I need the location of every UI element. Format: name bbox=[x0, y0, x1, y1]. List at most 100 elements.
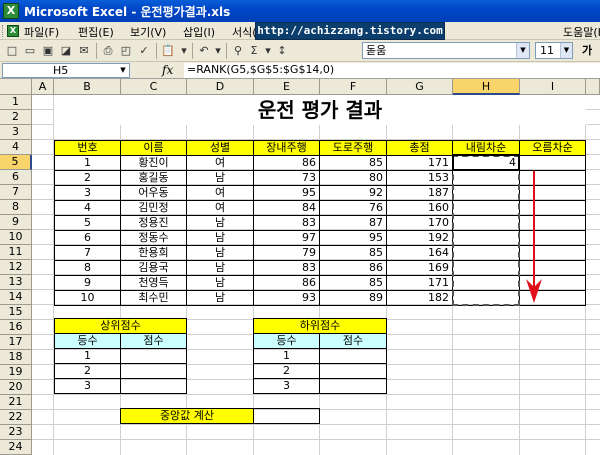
email-icon[interactable]: ✉ bbox=[76, 43, 92, 59]
cell-total[interactable]: 170 bbox=[386, 215, 453, 231]
sheet-title[interactable]: 운전 평가 결과 bbox=[54, 95, 586, 125]
cell-name[interactable]: 황진이 bbox=[120, 155, 187, 171]
bottom-scores-score-header[interactable]: 점수 bbox=[319, 333, 387, 349]
chevron-down-icon[interactable]: ▼ bbox=[560, 43, 572, 58]
header-number[interactable]: 번호 bbox=[54, 140, 121, 156]
row-header-18[interactable]: 18 bbox=[0, 350, 32, 365]
row-header-3[interactable]: 3 bbox=[0, 125, 32, 140]
header-ascending[interactable]: 오름차순 bbox=[519, 140, 586, 156]
header-total[interactable]: 총점 bbox=[386, 140, 453, 156]
cell-course-driving[interactable]: 86 bbox=[253, 155, 320, 171]
cell-gender[interactable]: 남 bbox=[186, 170, 254, 186]
formula-input[interactable]: =RANK(G5,$G$5:$G$14,0) bbox=[184, 63, 600, 78]
cell-number[interactable]: 6 bbox=[54, 230, 121, 246]
cell-name[interactable]: 홍길동 bbox=[120, 170, 187, 186]
row-header-24[interactable]: 24 bbox=[0, 440, 32, 455]
bottom-score-1[interactable] bbox=[319, 348, 387, 364]
cell-gender[interactable]: 남 bbox=[186, 245, 254, 261]
cell-number[interactable]: 2 bbox=[54, 170, 121, 186]
row-header-11[interactable]: 11 bbox=[0, 245, 32, 260]
cell-number[interactable]: 5 bbox=[54, 215, 121, 231]
cell-name[interactable]: 최수민 bbox=[120, 290, 187, 306]
menu-view[interactable]: 보기(V) bbox=[130, 24, 166, 40]
cell-course-driving[interactable]: 84 bbox=[253, 200, 320, 216]
paste-dropdown-icon[interactable]: ▾ bbox=[176, 43, 192, 59]
cell-gender[interactable]: 남 bbox=[186, 215, 254, 231]
bottom-scores-rank-header[interactable]: 등수 bbox=[253, 333, 320, 349]
top-rank-3[interactable]: 3 bbox=[54, 378, 121, 394]
cell-number[interactable]: 1 bbox=[54, 155, 121, 171]
bottom-score-2[interactable] bbox=[319, 363, 387, 379]
column-header-c[interactable]: C bbox=[121, 79, 187, 95]
header-road-driving[interactable]: 도로주행 bbox=[319, 140, 387, 156]
excel-app-icon[interactable]: X bbox=[3, 3, 19, 19]
active-cell-h5[interactable] bbox=[452, 154, 520, 171]
chevron-down-icon[interactable]: ▼ bbox=[516, 43, 529, 58]
row-header-20[interactable]: 20 bbox=[0, 380, 32, 395]
menu-file[interactable]: 파일(F) bbox=[24, 24, 59, 40]
cell-total[interactable]: 192 bbox=[386, 230, 453, 246]
cell-total[interactable]: 187 bbox=[386, 185, 453, 201]
row-header-1[interactable]: 1 bbox=[0, 95, 32, 110]
menu-help[interactable]: 도움말(H) bbox=[563, 24, 600, 40]
cell-number[interactable]: 3 bbox=[54, 185, 121, 201]
menu-insert[interactable]: 삽입(I) bbox=[183, 24, 215, 40]
menu-grip[interactable] bbox=[2, 25, 5, 37]
name-box[interactable]: H5 ▼ bbox=[2, 63, 130, 78]
cell-name[interactable]: 정동수 bbox=[120, 230, 187, 246]
cell-gender[interactable]: 남 bbox=[186, 275, 254, 291]
cell-total[interactable]: 153 bbox=[386, 170, 453, 186]
cell-name[interactable]: 천영득 bbox=[120, 275, 187, 291]
font-size-select[interactable]: 11 ▼ bbox=[535, 42, 573, 59]
document-icon[interactable]: X bbox=[7, 25, 19, 37]
row-header-9[interactable]: 9 bbox=[0, 215, 32, 230]
row-header-17[interactable]: 17 bbox=[0, 335, 32, 350]
top-score-1[interactable] bbox=[120, 348, 187, 364]
row-header-23[interactable]: 23 bbox=[0, 425, 32, 440]
bold-button[interactable]: 가 bbox=[578, 43, 596, 59]
row-header-5[interactable]: 5 bbox=[0, 155, 32, 170]
column-header-b[interactable]: B bbox=[54, 79, 121, 95]
print-preview-icon[interactable]: ◰ bbox=[118, 43, 134, 59]
cell-road-driving[interactable]: 86 bbox=[319, 260, 387, 276]
undo-dropdown-icon[interactable]: ▾ bbox=[210, 43, 226, 59]
top-rank-1[interactable]: 1 bbox=[54, 348, 121, 364]
row-header-8[interactable]: 8 bbox=[0, 200, 32, 215]
column-header-a[interactable]: A bbox=[32, 79, 54, 95]
header-course-driving[interactable]: 장내주행 bbox=[253, 140, 320, 156]
open-folder-icon[interactable]: ▭ bbox=[22, 43, 38, 59]
column-header-i[interactable]: I bbox=[520, 79, 586, 95]
cell-course-driving[interactable]: 95 bbox=[253, 185, 320, 201]
bottom-rank-2[interactable]: 2 bbox=[253, 363, 320, 379]
cell-gender[interactable]: 남 bbox=[186, 230, 254, 246]
chevron-down-icon[interactable]: ▼ bbox=[117, 64, 129, 77]
print-icon[interactable]: ⎙ bbox=[100, 43, 116, 59]
cell-total[interactable]: 171 bbox=[386, 155, 453, 171]
cell-road-driving[interactable]: 87 bbox=[319, 215, 387, 231]
top-rank-2[interactable]: 2 bbox=[54, 363, 121, 379]
median-label[interactable]: 중앙값 계산 bbox=[120, 408, 254, 424]
row-header-19[interactable]: 19 bbox=[0, 365, 32, 380]
header-name[interactable]: 이름 bbox=[120, 140, 187, 156]
cell-number[interactable]: 10 bbox=[54, 290, 121, 306]
cell-road-driving[interactable]: 76 bbox=[319, 200, 387, 216]
row-header-6[interactable]: 6 bbox=[0, 170, 32, 185]
row-header-7[interactable]: 7 bbox=[0, 185, 32, 200]
header-gender[interactable]: 성별 bbox=[186, 140, 254, 156]
cell-course-driving[interactable]: 79 bbox=[253, 245, 320, 261]
cell-course-driving[interactable]: 83 bbox=[253, 215, 320, 231]
bottom-scores-title[interactable]: 하위점수 bbox=[253, 318, 387, 334]
cell-course-driving[interactable]: 73 bbox=[253, 170, 320, 186]
cell-gender[interactable]: 여 bbox=[186, 185, 254, 201]
save-icon[interactable]: ▣ bbox=[40, 43, 56, 59]
cell-road-driving[interactable]: 80 bbox=[319, 170, 387, 186]
row-header-10[interactable]: 10 bbox=[0, 230, 32, 245]
column-header-h[interactable]: H bbox=[453, 79, 520, 95]
function-icon[interactable]: fx bbox=[162, 63, 173, 77]
cell-course-driving[interactable]: 93 bbox=[253, 290, 320, 306]
top-scores-rank-header[interactable]: 등수 bbox=[54, 333, 121, 349]
top-scores-score-header[interactable]: 점수 bbox=[120, 333, 187, 349]
cell-road-driving[interactable]: 85 bbox=[319, 275, 387, 291]
worksheet-grid[interactable]: A B C D E F G H I 1 2 3 4 5 6 7 8 9 10 1… bbox=[0, 79, 600, 455]
bottom-score-3[interactable] bbox=[319, 378, 387, 394]
